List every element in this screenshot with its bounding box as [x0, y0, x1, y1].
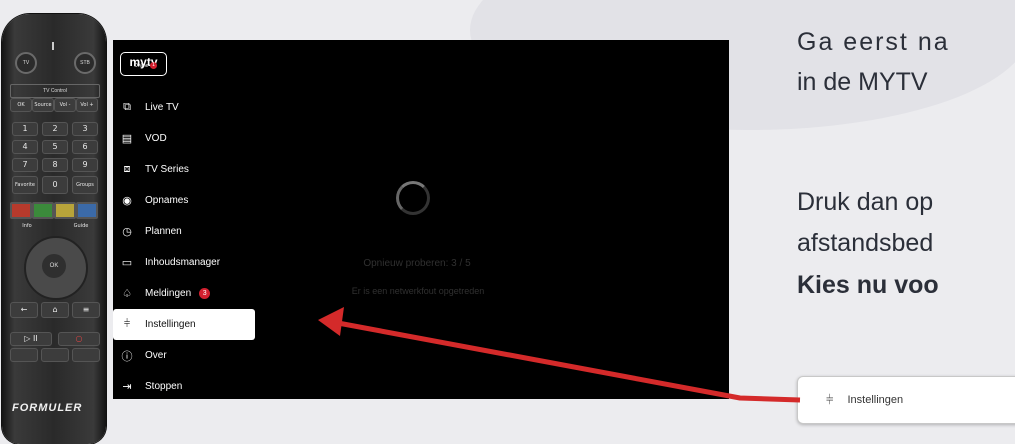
red-arrow	[318, 307, 801, 403]
arrow-head	[318, 307, 344, 336]
arrow-line	[337, 320, 801, 403]
